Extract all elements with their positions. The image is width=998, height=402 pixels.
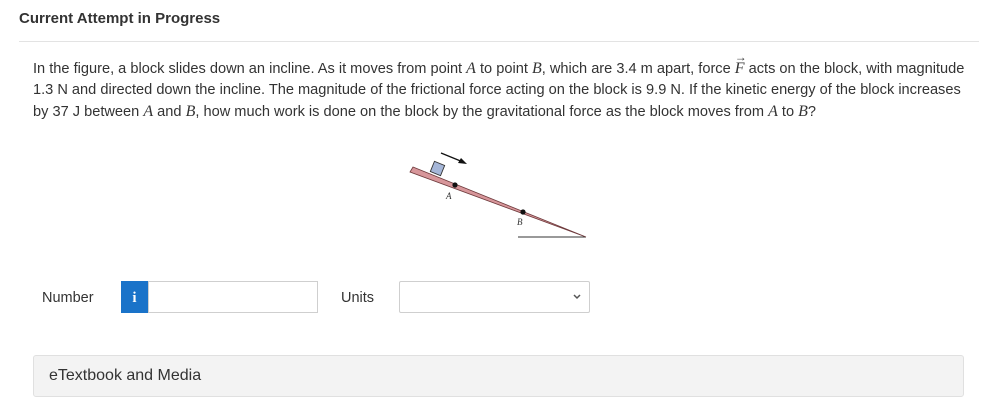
point-b-label: B [517,217,523,227]
divider [19,41,979,42]
question-text: In the figure, a block slides down an in… [33,50,965,120]
etextbook-media-label: eTextbook and Media [49,367,202,384]
answer-row: Number i Units [0,281,998,313]
etextbook-media-panel[interactable]: eTextbook and Media [33,355,964,397]
force-vector-symbol: → F [734,50,747,77]
number-label: Number [42,290,94,306]
units-select[interactable] [399,281,590,313]
number-input[interactable] [148,281,318,313]
incline-figure: A B [409,152,587,238]
info-icon[interactable]: i [121,281,148,313]
page-title: Current Attempt in Progress [19,10,221,27]
units-label: Units [341,290,375,306]
point-a-label: A [445,191,452,201]
point-a [452,182,458,188]
point-b [520,209,526,215]
chevron-down-icon [573,294,581,300]
